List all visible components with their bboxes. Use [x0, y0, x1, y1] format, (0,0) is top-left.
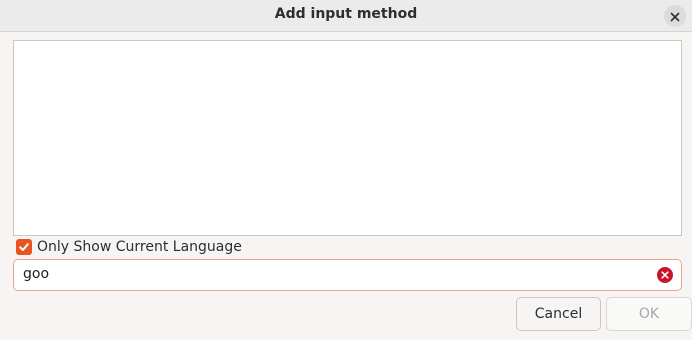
clear-icon[interactable] — [657, 267, 673, 283]
only-show-current-language-checkbox[interactable] — [16, 239, 32, 255]
search-input-value: goo — [23, 266, 50, 282]
dialog-titlebar: Add input method — [0, 0, 692, 32]
dialog-title: Add input method — [274, 6, 418, 22]
ok-button[interactable]: OK — [606, 297, 692, 331]
cancel-button[interactable]: Cancel — [516, 297, 601, 331]
add-input-method-dialog: Add input method Only Show Current Langu… — [0, 0, 692, 340]
input-method-list[interactable] — [13, 40, 682, 236]
checkmark-icon — [18, 238, 30, 257]
only-show-current-language-option[interactable]: Only Show Current Language — [16, 238, 242, 256]
close-button[interactable] — [664, 5, 686, 27]
search-input[interactable]: goo — [13, 259, 682, 291]
only-show-current-language-label: Only Show Current Language — [37, 239, 242, 255]
close-icon — [670, 7, 680, 26]
